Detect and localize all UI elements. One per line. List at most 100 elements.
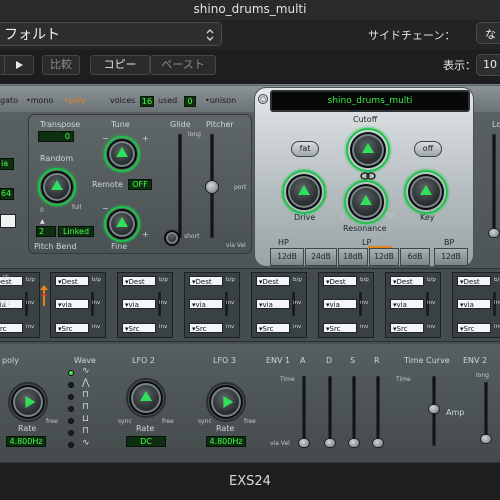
mod-src-field[interactable]: ▾Src [323,323,357,333]
display-size-select[interactable]: 10 [476,54,500,76]
wave-select-led[interactable] [68,394,74,400]
legato-toggle[interactable]: gato [0,96,18,105]
mod-dest-field[interactable]: ▾Dest [122,276,156,286]
wave-select-led[interactable] [68,370,74,376]
glide-handle[interactable] [164,230,180,246]
mod-src-field[interactable]: ▾Src [0,323,23,333]
next-preset-button[interactable] [4,55,34,75]
random-min-label: 0 [40,207,44,214]
wave-select-led[interactable] [68,442,74,448]
mod-via-field[interactable]: ▾via [256,299,290,309]
remote-value[interactable]: OFF [128,179,152,190]
slope-hp-12db[interactable]: 12dB [270,248,304,266]
slope-bp-12db[interactable]: 12dB [434,248,468,266]
slope-lp-18db[interactable]: 18dB [338,248,368,266]
hp-label: HP [278,238,289,247]
mod-dest-field[interactable]: ▾Dest [256,276,290,286]
poly-toggle[interactable]: •poly [64,96,86,105]
filter-bypass-icon[interactable]: ○ [258,94,268,104]
mod-via-field[interactable]: ▾via [390,299,424,309]
pitcher-handle[interactable] [205,180,219,194]
drive-label: Drive [294,213,316,222]
tune-knob[interactable] [107,139,137,169]
mod-src-field[interactable]: ▾Src [457,323,491,333]
env2-fader-handle[interactable] [480,434,492,444]
mod-src-field[interactable]: ▾Src [122,323,156,333]
fat-button[interactable]: fat [291,141,319,157]
display-label: 表示： [443,59,476,72]
mod-via-field[interactable]: ▾via [55,299,89,309]
mod-dest-label: Dest [329,278,346,286]
time-curve-fader-handle[interactable] [428,404,440,414]
glide-label: Glide [170,120,191,129]
bend-up-arrow-icon[interactable]: ▲ [40,218,45,225]
env1-fader-handle[interactable] [298,438,310,448]
mod-via-field[interactable]: ▾via [189,299,223,309]
env1-fader-handle[interactable] [372,438,384,448]
env1-fader-track [328,376,332,446]
mod-src-field[interactable]: ▾Src [256,323,290,333]
env1-fader-handle[interactable] [324,438,336,448]
mod-via-field[interactable]: ▾via [323,299,357,309]
mod-via-label: via [61,301,72,309]
key-knob[interactable] [408,174,444,210]
voices-value[interactable]: 16 [140,96,154,107]
slope-lp-6db[interactable]: 6dB [400,248,430,266]
slope-lp-12db[interactable]: 12dB [369,248,399,266]
left-edge-field[interactable] [0,214,16,228]
mod-via-field[interactable]: ▾via [457,299,491,309]
mod-bp-label: b/p [26,277,35,283]
paste-button[interactable]: ペースト [150,55,216,75]
lfo1-rate-knob[interactable] [11,385,45,419]
cutoff-knob[interactable] [350,132,386,168]
mod-src-field[interactable]: ▾Src [390,323,424,333]
slope-lp-24db[interactable]: 24dB [305,248,337,266]
off-button[interactable]: off [414,141,442,157]
env1-s-label: S [350,356,356,365]
pitcher-label: Pitcher [206,120,234,129]
mod-via-inv-label: inv [159,300,168,306]
copy-button[interactable]: コピー [90,55,150,75]
env1-fader-handle[interactable] [348,438,360,448]
sidechain-select[interactable]: な [476,22,500,44]
mod-dest-field[interactable]: ▾Dest [457,276,491,286]
lfo1-rate-value[interactable]: 4.800Hz [6,436,46,447]
wave-select-led[interactable] [68,406,74,412]
chevron-updown-icon[interactable] [204,29,216,41]
mod-src-inv-label: inv [494,324,500,330]
mod-src-field[interactable]: ▾Src [189,323,223,333]
fine-minus: − [102,204,109,213]
unison-toggle[interactable]: •unison [205,96,236,105]
env1-via-vel-label: via Vel [270,440,290,447]
random-knob[interactable] [41,171,73,203]
transpose-value[interactable]: 0 [38,131,74,142]
bend-linked-value[interactable]: Linked [58,226,94,237]
mod-dest-field[interactable]: ▾Dest [55,276,89,286]
lfo3-rate-value[interactable]: 4.800Hz [206,436,246,447]
bend-range-value[interactable]: 2 [36,226,56,237]
mod-dest-field[interactable]: ▾Dest [390,276,424,286]
resonance-knob[interactable] [348,184,384,220]
wave-select-led[interactable] [68,430,74,436]
link-chain-icon[interactable] [360,172,376,180]
wave-label: Wave [74,356,96,365]
wave-select-led[interactable] [68,418,74,424]
plugin-name: EXS24 [229,474,271,489]
lfo2-rate-value[interactable]: DC [126,436,166,447]
lfo3-rate-knob[interactable] [209,385,243,419]
mono-toggle[interactable]: •mono [26,96,53,105]
right-edge-fader-handle[interactable] [488,228,500,238]
instrument-name-display[interactable]: shino_drums_multi [270,90,470,112]
mod-dest-field[interactable]: ▾Dest [323,276,357,286]
compare-button[interactable]: 比較 [42,55,80,75]
mod-dest-field[interactable]: ▾Dest [189,276,223,286]
fine-knob[interactable] [107,209,137,239]
mod-src-field[interactable]: ▾Src [55,323,89,333]
waveform-icon: ⊓ [82,390,90,400]
wave-select-led[interactable] [68,382,74,388]
lfo2-rate-knob[interactable] [129,381,163,415]
drive-knob[interactable] [286,174,322,210]
env1-d-label: D [326,356,333,365]
mod-src-inv-label: inv [159,324,168,330]
mod-via-field[interactable]: ▾via [122,299,156,309]
